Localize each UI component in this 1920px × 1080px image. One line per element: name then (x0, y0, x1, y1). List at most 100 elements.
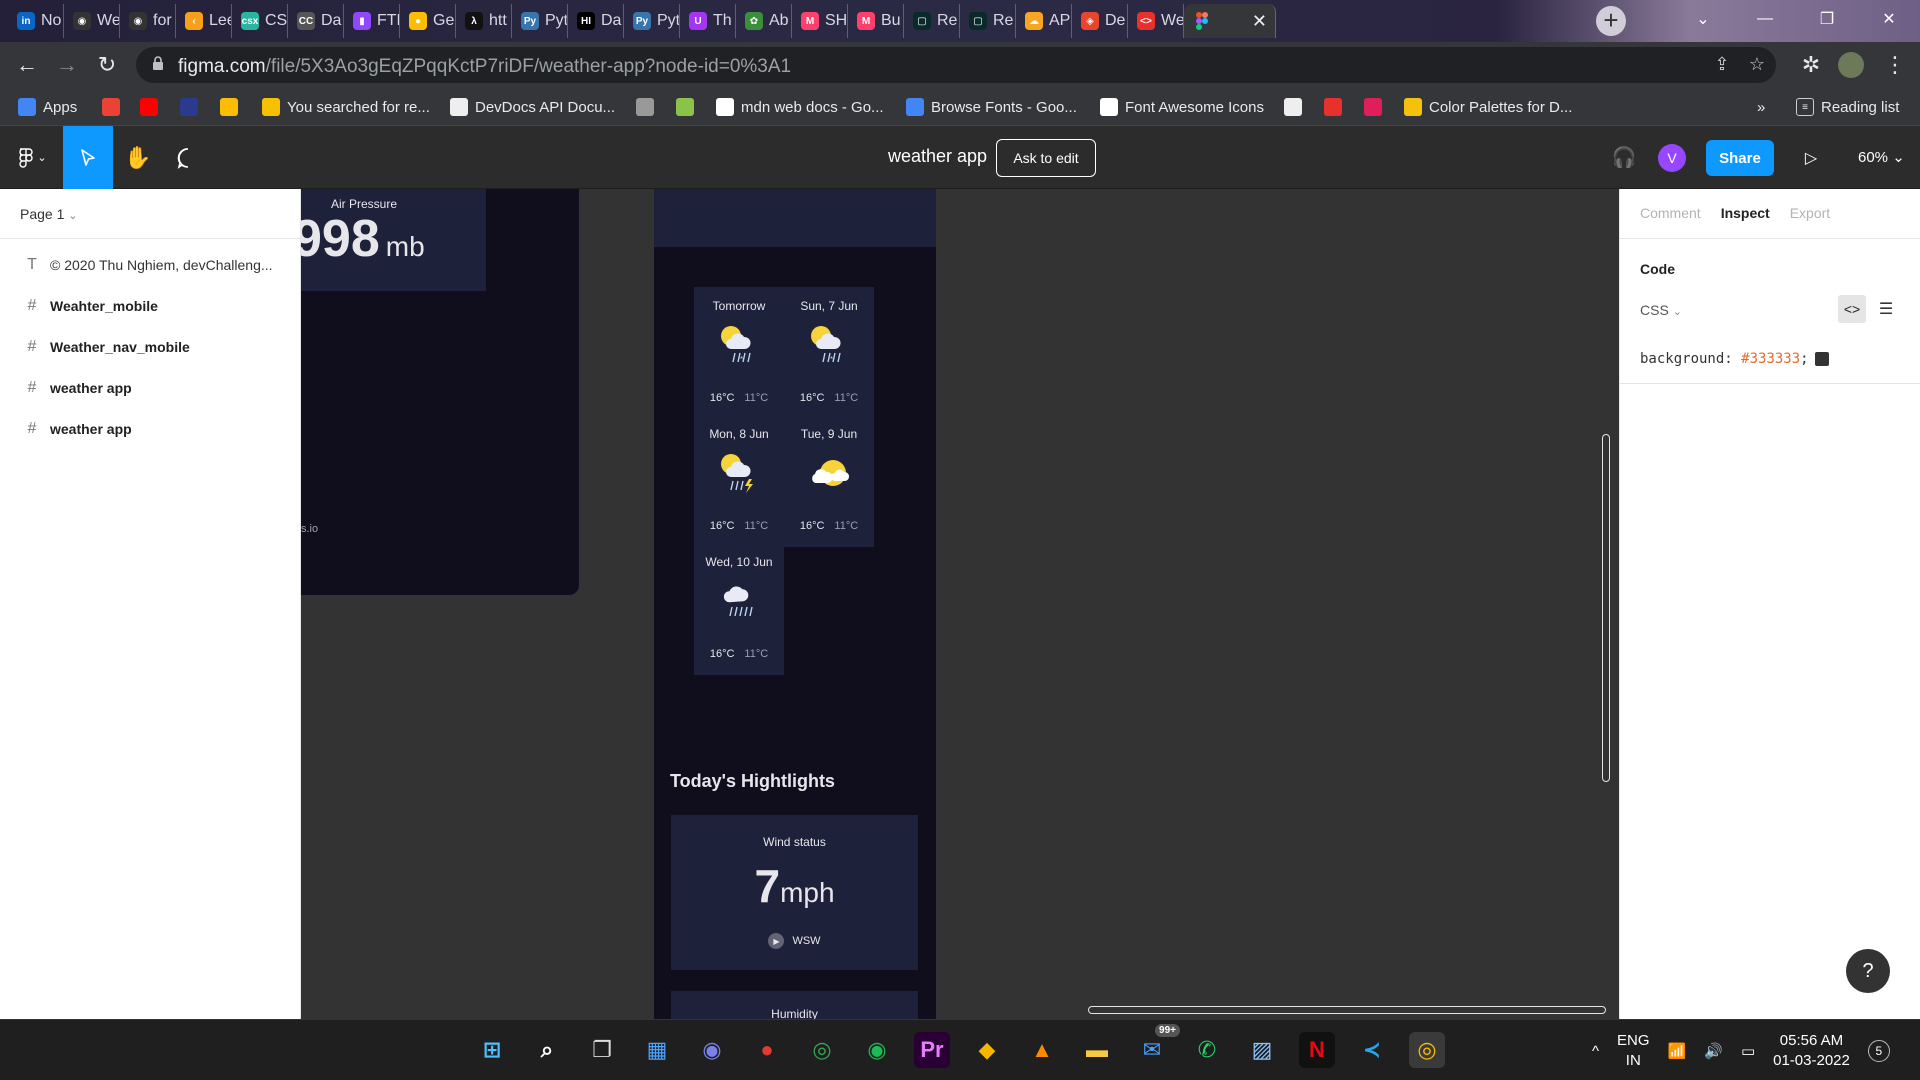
browser-tab[interactable]: ▮ FTL (344, 4, 400, 38)
hand-tool-icon[interactable]: ✋ (118, 126, 158, 189)
profile-avatar[interactable] (1838, 52, 1864, 78)
ask-to-edit-button[interactable]: Ask to edit (996, 139, 1096, 177)
mail-icon[interactable]: ✉ 99+ (1134, 1024, 1180, 1068)
bookmark-item[interactable] (636, 97, 654, 117)
browser-tab[interactable]: ☁ AP (1016, 4, 1072, 38)
battery-icon[interactable]: ▭ (1741, 1042, 1755, 1060)
vlc-icon[interactable]: ▲ (1024, 1032, 1060, 1068)
tab-export[interactable]: Export (1790, 205, 1830, 221)
bookmark-item[interactable] (180, 97, 198, 117)
browser-tab[interactable]: Py Pyt (624, 4, 680, 38)
bookmark-item[interactable]: DevDocs API Docu... (450, 97, 615, 117)
css-code-line[interactable]: background: #333333; (1640, 351, 1829, 367)
list-view-icon[interactable]: ☰ (1872, 295, 1900, 323)
layer-item[interactable]: # Weather_nav_mobile (0, 331, 301, 363)
netflix-icon[interactable]: N (1299, 1032, 1335, 1068)
language-select[interactable]: CSS ⌄ (1640, 302, 1682, 318)
bookmark-item[interactable] (220, 97, 238, 117)
url-text[interactable]: figma.com/file/5X3Ao3gEqZPqqKctP7riDF/we… (178, 56, 791, 78)
layer-item[interactable]: T © 2020 Thu Nghiem, devChalleng... (0, 249, 301, 281)
widgets-icon[interactable]: ▦ (639, 1032, 675, 1068)
headphones-icon[interactable]: 🎧 (1606, 126, 1642, 189)
browser-tab[interactable]: λ htt (456, 4, 512, 38)
minimize-button[interactable]: — (1734, 0, 1796, 38)
layer-item[interactable]: # weather app (0, 372, 301, 404)
bookmark-item[interactable]: You searched for re... (262, 97, 430, 117)
windows-start-icon[interactable]: ⊞ (474, 1032, 510, 1068)
browser-tab[interactable]: HI Da (568, 4, 624, 38)
bookmark-item[interactable] (676, 97, 694, 117)
whatsapp-icon[interactable]: ✆ (1189, 1032, 1225, 1068)
weather-frame-desktop[interactable]: Air Pressure 998 mb s.io (301, 189, 579, 595)
browser-tab[interactable]: ◈ De (1072, 4, 1128, 38)
bookmark-item[interactable] (102, 97, 120, 117)
recorder-icon[interactable]: ● (749, 1032, 785, 1068)
bookmark-item[interactable] (1284, 97, 1302, 117)
code-view-icon[interactable]: <> (1838, 295, 1866, 323)
vertical-scrollbar[interactable] (1602, 434, 1610, 782)
browser-tab[interactable]: M SH (792, 4, 848, 38)
browser-tab[interactable]: <> We (1128, 4, 1184, 38)
lock-icon[interactable] (152, 56, 164, 70)
tab-comment[interactable]: Comment (1640, 205, 1701, 221)
share-page-icon[interactable]: ⇪ (1711, 54, 1733, 76)
teams-chat-icon[interactable]: ◉ (694, 1032, 730, 1068)
reload-button[interactable]: ↻ (92, 50, 122, 80)
premiere-icon[interactable]: Pr (914, 1032, 950, 1068)
sketch-icon[interactable]: ◆ (969, 1032, 1005, 1068)
layer-item[interactable]: # weather app (0, 413, 301, 445)
figma-menu-icon[interactable]: ⌄ (10, 126, 56, 189)
browser-tab[interactable]: ‹ Lee (176, 4, 232, 38)
browser-tab-active[interactable]: ✕ (1184, 4, 1276, 38)
input-language[interactable]: ENG IN (1617, 1031, 1650, 1071)
reading-list-button[interactable]: ≡ Reading list (1796, 97, 1899, 117)
new-tab-button[interactable]: + (1596, 6, 1626, 36)
more-bookmarks-button[interactable]: » (1757, 97, 1765, 117)
bookmark-item[interactable]: Browse Fonts - Goo... (906, 97, 1077, 117)
help-button[interactable]: ? (1846, 949, 1890, 993)
file-title[interactable]: weather app (888, 146, 987, 167)
chrome-active-icon[interactable]: ◎ (1409, 1032, 1445, 1068)
bookmark-item[interactable]: mdn web docs - Go... (716, 97, 884, 117)
page-selector[interactable]: Page 1 ⌄ (20, 206, 77, 222)
chrome-icon[interactable]: ◎ (804, 1032, 840, 1068)
browser-tab[interactable]: in No (8, 4, 64, 38)
bookmark-item[interactable]: Font Awesome Icons (1100, 97, 1264, 117)
omnibox[interactable]: figma.com/file/5X3Ao3gEqZPqqKctP7riDF/we… (136, 47, 1776, 83)
bookmark-item[interactable]: Color Palettes for D... (1404, 97, 1572, 117)
search-icon[interactable]: ⌕ (529, 1032, 565, 1068)
tab-search-chevron-icon[interactable]: ⌄ (1672, 0, 1734, 38)
back-button[interactable]: ← (12, 50, 42, 80)
clock[interactable]: 05:56 AM 01-03-2022 (1773, 1031, 1850, 1071)
comment-tool-icon[interactable] (168, 126, 208, 189)
file-explorer-icon[interactable]: ▬ (1079, 1032, 1115, 1068)
move-tool-button[interactable] (63, 126, 113, 189)
share-button[interactable]: Share (1706, 140, 1774, 176)
bookmark-item[interactable] (1364, 97, 1382, 117)
bookmark-star-icon[interactable]: ☆ (1746, 54, 1768, 76)
browser-tab[interactable]: ◉ We (64, 4, 120, 38)
browser-tab[interactable]: U Th (680, 4, 736, 38)
browser-tab[interactable]: Py Pyt (512, 4, 568, 38)
browser-tab[interactable]: ▢ Re (904, 4, 960, 38)
browser-tab[interactable]: M Bu (848, 4, 904, 38)
browser-tab[interactable]: CC Da (288, 4, 344, 38)
present-play-icon[interactable]: ▷ (1796, 126, 1826, 189)
layer-item[interactable]: # Weahter_mobile (0, 290, 301, 322)
tab-inspect[interactable]: Inspect (1721, 205, 1770, 221)
task-view-icon[interactable]: ❐ (584, 1032, 620, 1068)
spotify-icon[interactable]: ◉ (859, 1032, 895, 1068)
bookmark-item[interactable]: Apps (18, 97, 77, 117)
bookmark-item[interactable] (1324, 97, 1342, 117)
browser-tab[interactable]: ✿ Ab (736, 4, 792, 38)
tab-close-icon[interactable]: ✕ (1252, 11, 1267, 32)
bookmark-item[interactable] (140, 97, 158, 117)
browser-tab[interactable]: csx CS: (232, 4, 288, 38)
close-window-button[interactable]: ✕ (1858, 0, 1920, 38)
browser-tab[interactable]: ▢ Re (960, 4, 1016, 38)
extensions-icon[interactable]: ✲ (1796, 50, 1826, 80)
restore-button[interactable]: ❐ (1796, 0, 1858, 38)
browser-tab[interactable]: ● Ge (400, 4, 456, 38)
photos-icon[interactable]: ▨ (1244, 1032, 1280, 1068)
design-canvas[interactable]: Air Pressure 998 mb s.io Tomorrow * 16°C 11°… (301, 189, 1619, 1019)
